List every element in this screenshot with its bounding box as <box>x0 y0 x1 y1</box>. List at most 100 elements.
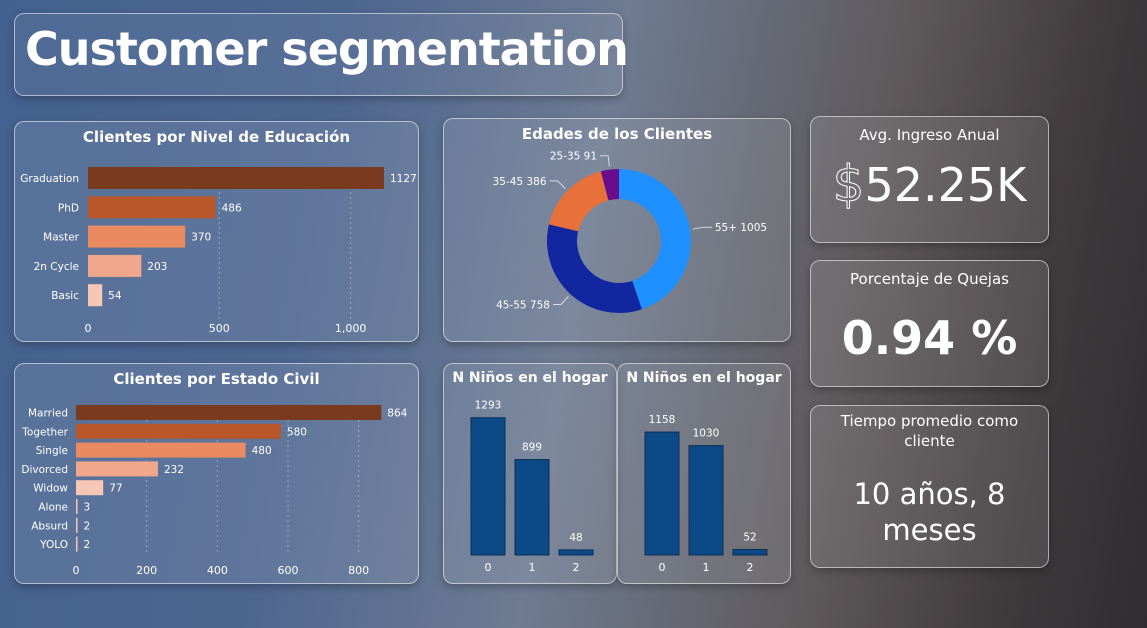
civil-status-tick-label: 600 <box>278 564 299 577</box>
civil-status-category-label: Single <box>36 445 68 457</box>
civil-status-data-label: 2 <box>84 520 91 532</box>
children-2-category-label: 2 <box>747 561 754 574</box>
education-category-label: 2n Cycle <box>34 261 79 273</box>
education-data-label: 1127 <box>390 173 417 185</box>
education-bar-2n-cycle <box>88 254 142 277</box>
education-category-label: Graduation <box>20 173 79 185</box>
page-title: Customer segmentation <box>25 22 629 76</box>
children-2-data-label: 1158 <box>649 414 676 426</box>
complaints-kpi-title: Porcentaje de Quejas <box>850 270 1009 288</box>
civil-status-category-label: Widow <box>33 483 68 495</box>
education-category-label: Master <box>43 232 80 244</box>
children-1-data-label: 899 <box>522 442 542 454</box>
age-chart-card[interactable]: Edades de los Clientes 55+ 1005 45-55 758… <box>443 118 791 342</box>
age-data-label: 45-55 758 <box>496 299 550 311</box>
education-data-label: 486 <box>222 202 242 214</box>
civil-status-tick-label: 200 <box>136 564 157 577</box>
dollar-icon: $ <box>832 155 865 214</box>
civil-status-chart-card[interactable]: Clientes por Estado Civil 0 200 400 600 800 M… <box>14 363 419 584</box>
age-data-label: 55+ 1005 <box>715 222 767 234</box>
education-category-label: PhD <box>58 202 79 214</box>
education-bar-master <box>88 225 186 248</box>
education-data-label: 203 <box>147 261 167 273</box>
civil-status-data-label: 3 <box>84 502 91 514</box>
age-slice-35-45 <box>548 171 609 232</box>
children-2-category-label: 1 <box>703 561 710 574</box>
children-chart-1: 1293 0 899 1 48 2 <box>470 400 594 574</box>
civil-status-bar-single <box>76 442 246 458</box>
civil-status-chart: 0 200 400 600 800 Married 864 Together 580 Single… <box>21 405 408 577</box>
education-tick-label: 1,000 <box>335 322 367 335</box>
children-1-column-0 <box>470 417 506 556</box>
tenure-kpi-title-line1: Tiempo promedio como <box>840 412 1019 430</box>
tenure-kpi-card[interactable]: Tiempo promedio como cliente 10 años, 8 … <box>810 405 1049 568</box>
age-data-label: 25-35 91 <box>550 151 597 163</box>
children-1-category-label: 1 <box>529 561 536 574</box>
children-1-category-label: 0 <box>485 561 492 574</box>
income-kpi-value-row: $52.25K <box>811 155 1048 214</box>
age-leader-line <box>600 155 610 167</box>
age-data-label: 35-45 386 <box>493 176 547 188</box>
income-kpi-value: 52.25K <box>864 158 1027 212</box>
children-chart-card-1[interactable]: N Niños en el hogar 1293 0 899 1 48 2 <box>443 363 617 584</box>
education-tick-label: 0 <box>85 322 92 335</box>
children-1-category-label: 2 <box>573 561 580 574</box>
civil-status-bar-yolo <box>76 536 78 552</box>
education-chart-card[interactable]: Clientes por Nivel de Educación 0 500 1,00… <box>14 121 419 342</box>
education-bar-phd <box>88 196 216 219</box>
complaints-kpi-card[interactable]: Porcentaje de Quejas 0.94 % <box>810 260 1049 387</box>
civil-status-bar-alone <box>76 499 78 514</box>
tenure-kpi-title-line2: cliente <box>904 432 955 450</box>
civil-status-category-label: YOLO <box>39 539 68 551</box>
education-bar-basic <box>88 284 103 307</box>
civil-status-bar-absurd <box>76 517 78 533</box>
tenure-kpi-title: Tiempo promedio como cliente <box>811 411 1048 451</box>
civil-status-data-label: 864 <box>387 408 407 420</box>
children-2-category-label: 0 <box>659 561 666 574</box>
children-1-column-2 <box>558 549 594 556</box>
title-card: Customer segmentation <box>14 13 629 96</box>
age-leader-line <box>549 180 566 189</box>
civil-status-bar-married <box>76 405 382 420</box>
income-kpi-title: Avg. Ingreso Anual <box>859 126 1000 144</box>
education-bar-graduation <box>88 167 384 189</box>
tenure-kpi-value-line2: meses <box>882 513 977 547</box>
children-2-column-0 <box>644 431 680 556</box>
education-chart: 0 500 1,000 Graduation 1127 PhD 486 Master 370 2n… <box>20 167 417 335</box>
tenure-kpi-value-line1: 10 años, 8 <box>853 477 1006 511</box>
education-data-label: 54 <box>108 290 122 302</box>
civil-status-tick-label: 800 <box>348 564 369 577</box>
children-2-data-label: 52 <box>743 531 756 543</box>
civil-status-data-label: 480 <box>252 445 272 457</box>
age-leader-line <box>552 296 569 305</box>
civil-status-bar-divorced <box>76 461 158 477</box>
income-kpi-card[interactable]: Avg. Ingreso Anual $52.25K <box>810 116 1049 243</box>
civil-status-category-label: Alone <box>38 502 68 514</box>
children-1-data-label: 48 <box>569 532 582 544</box>
children-chart-card-2[interactable]: N Niños en el hogar 1158 0 1030 1 52 2 <box>617 363 791 584</box>
children-2-column-2 <box>732 548 768 556</box>
civil-status-data-label: 232 <box>164 464 184 476</box>
tenure-kpi-value: 10 años, 8 meses <box>811 476 1048 548</box>
age-leader-line <box>692 226 712 230</box>
age-donut-chart: 55+ 1005 45-55 758 35-45 386 25-35 91 <box>493 151 767 313</box>
children-1-data-label: 1293 <box>475 400 502 412</box>
children-2-data-label: 1030 <box>693 428 720 440</box>
civil-status-data-label: 2 <box>84 539 91 551</box>
complaints-kpi-value: 0.94 % <box>841 311 1018 365</box>
civil-status-data-label: 580 <box>287 426 307 438</box>
civil-status-tick-label: 0 <box>73 564 80 577</box>
children-1-column-1 <box>514 459 550 556</box>
civil-status-category-label: Divorced <box>21 464 68 476</box>
education-category-label: Basic <box>51 290 79 302</box>
civil-status-category-label: Together <box>21 426 68 438</box>
civil-status-category-label: Absurd <box>31 520 68 532</box>
civil-status-bar-together <box>76 423 281 439</box>
children-chart-2: 1158 0 1030 1 52 2 <box>644 414 768 574</box>
education-tick-label: 500 <box>209 322 230 335</box>
civil-status-category-label: Married <box>28 408 68 420</box>
education-data-label: 370 <box>191 232 211 244</box>
age-slice-45-55 <box>547 224 642 313</box>
civil-status-tick-label: 400 <box>207 564 228 577</box>
children-2-column-1 <box>688 445 724 556</box>
